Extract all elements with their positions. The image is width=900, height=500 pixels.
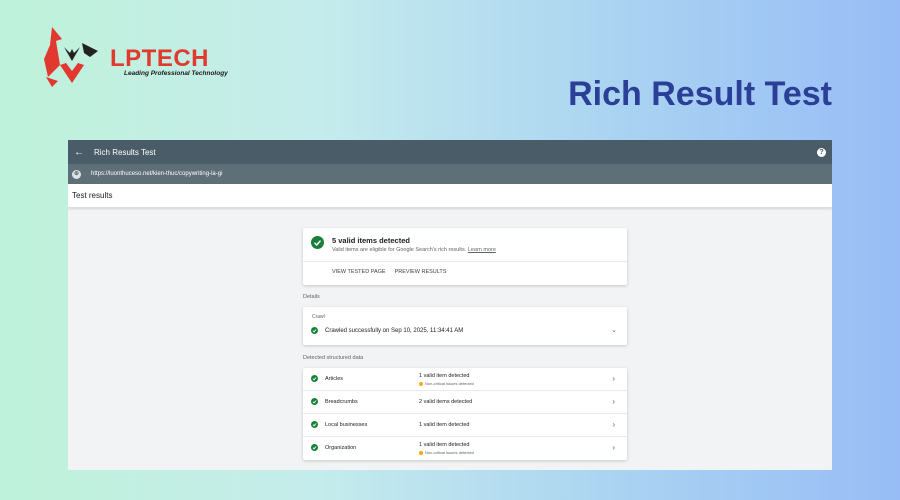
view-tested-page-button[interactable]: VIEW TESTED PAGE xyxy=(332,269,386,275)
test-results-title: Test results xyxy=(72,191,113,200)
row-status: 1 valid item detected xyxy=(419,422,470,428)
check-circle-icon xyxy=(311,236,324,249)
brand-tagline: Leading Professional Technology xyxy=(124,70,228,77)
row-status: 2 valid items detected xyxy=(419,399,473,405)
row-name: Articles xyxy=(325,376,344,382)
structured-row-breadcrumbs[interactable]: Breadcrumbs 2 valid items detected › xyxy=(303,391,627,414)
hero-title: Rich Result Test xyxy=(568,75,832,113)
app-toolbar: ← Rich Results Test ? xyxy=(68,140,832,164)
app-title: Rich Results Test xyxy=(94,147,156,157)
tested-url[interactable]: https://luonthuceso.net/kien-thuc/copywr… xyxy=(91,171,222,177)
summary-divider xyxy=(303,261,627,262)
check-circle-icon xyxy=(311,327,318,334)
crawl-label: Crawl xyxy=(312,314,325,320)
row-note: Non-critical issues detected xyxy=(419,381,474,386)
chevron-right-icon: › xyxy=(612,374,615,383)
row-note-text: Non-critical issues detected xyxy=(425,381,474,386)
warning-dot-icon xyxy=(419,381,423,386)
check-circle-icon xyxy=(311,375,318,382)
chevron-right-icon: › xyxy=(612,420,615,429)
url-bar: ⊕ https://luonthuceso.net/kien-thuc/copy… xyxy=(68,164,832,184)
structured-data-label: Detected structured data xyxy=(303,355,364,361)
preview-results-button[interactable]: PREVIEW RESULTS xyxy=(395,269,447,275)
chevron-right-icon: › xyxy=(612,397,615,406)
chevron-down-icon[interactable]: ⌄ xyxy=(611,326,617,334)
structured-row-articles[interactable]: Articles 1 valid item detected Non-criti… xyxy=(303,368,627,391)
summary-card: 5 valid items detected Valid items are e… xyxy=(303,228,627,285)
check-circle-icon xyxy=(311,398,318,405)
summary-headline: 5 valid items detected xyxy=(332,236,410,245)
help-icon[interactable]: ? xyxy=(817,147,826,157)
summary-description: Valid items are eligible for Google Sear… xyxy=(332,247,496,253)
summary-description-text: Valid items are eligible for Google Sear… xyxy=(332,247,467,253)
warning-dot-icon xyxy=(419,450,423,455)
check-circle-icon xyxy=(311,421,318,428)
brand-name: LPTECH xyxy=(110,45,209,72)
learn-more-link[interactable]: Learn more xyxy=(468,247,496,253)
test-results-header: Test results xyxy=(68,184,832,208)
rich-results-app: ← Rich Results Test ? ⊕ https://luonthuc… xyxy=(68,140,832,470)
row-name: Organization xyxy=(325,445,357,451)
summary-actions: VIEW TESTED PAGE PREVIEW RESULTS xyxy=(332,269,446,275)
lptech-logo-icon xyxy=(44,27,98,87)
globe-icon: ⊕ xyxy=(72,169,81,179)
details-label: Details xyxy=(303,294,320,300)
crawl-status: Crawled successfully on Sep 10, 2025, 11… xyxy=(325,328,464,334)
structured-data-card: Articles 1 valid item detected Non-criti… xyxy=(303,368,627,460)
row-note-text: Non-critical issues detected xyxy=(425,450,474,455)
row-note: Non-critical issues detected xyxy=(419,450,474,455)
structured-row-organization[interactable]: Organization 1 valid item detected Non-c… xyxy=(303,437,627,460)
crawl-card[interactable]: Crawl Crawled successfully on Sep 10, 20… xyxy=(303,307,627,345)
row-name: Breadcrumbs xyxy=(325,399,358,405)
structured-row-local-businesses[interactable]: Local businesses 1 valid item detected › xyxy=(303,414,627,437)
brand-logo: LPTECH Leading Professional Technology xyxy=(38,25,228,89)
row-status: 1 valid item detected xyxy=(419,442,470,448)
row-name: Local businesses xyxy=(325,422,368,428)
check-circle-icon xyxy=(311,444,318,451)
chevron-right-icon: › xyxy=(612,443,615,452)
back-arrow-icon[interactable]: ← xyxy=(74,147,84,158)
row-status: 1 valid item detected xyxy=(419,373,470,379)
